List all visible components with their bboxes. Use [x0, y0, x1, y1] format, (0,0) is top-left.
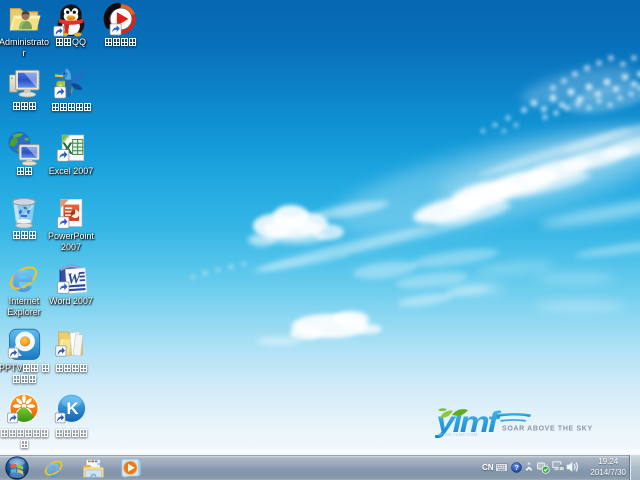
svg-text:e: e: [46, 458, 60, 479]
svg-text:SOAR ABOVE THE SKY: SOAR ABOVE THE SKY: [502, 426, 593, 433]
svg-text:?: ?: [514, 463, 519, 472]
svg-text:e: e: [12, 262, 34, 295]
svg-text:K: K: [66, 399, 78, 418]
svg-text:WWW.YLMF.COM: WWW.YLMF.COM: [438, 432, 478, 437]
